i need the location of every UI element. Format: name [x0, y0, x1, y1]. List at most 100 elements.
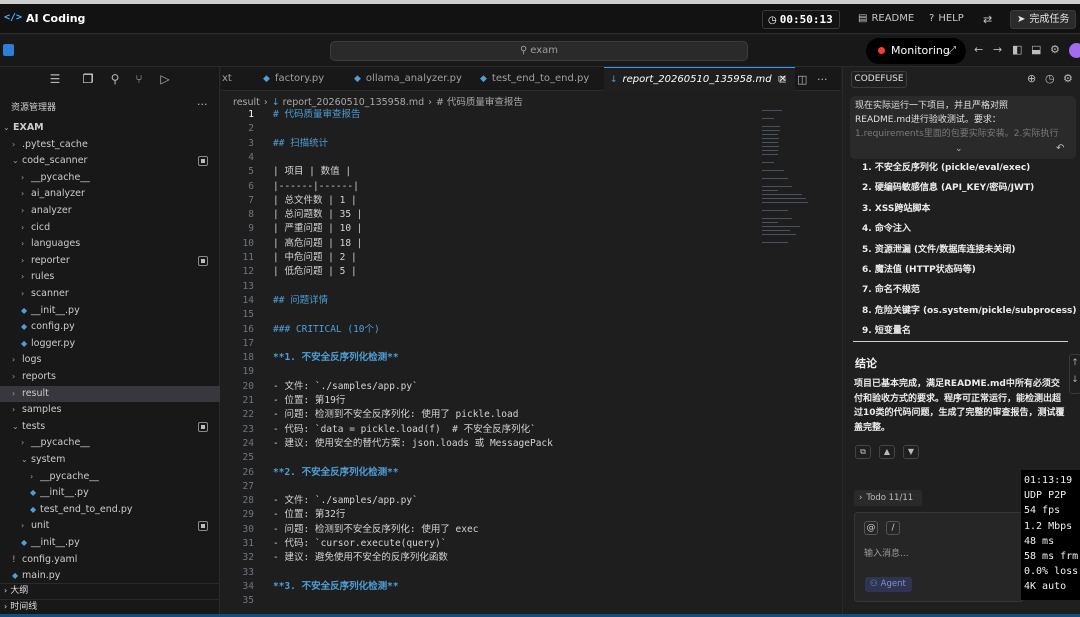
search-icon[interactable]: ⚲	[108, 72, 122, 86]
run-debug-icon[interactable]: ▷	[158, 72, 172, 86]
translate-icon[interactable]: ⇄	[983, 13, 992, 26]
todo-toggle[interactable]: › Todo 11/11	[854, 490, 922, 506]
minimap-line	[762, 138, 779, 139]
help-button[interactable]: ? HELP	[929, 13, 964, 24]
scroll-arrows[interactable]: ↑ ↓	[1069, 354, 1080, 394]
tree-item[interactable]: ◆ __init__.py	[0, 303, 220, 319]
copy-icon[interactable]: ⧉	[855, 445, 871, 459]
tree-item[interactable]: › unit	[0, 518, 220, 534]
more-icon[interactable]: ···	[817, 73, 828, 86]
arrow-down-icon[interactable]: ↓	[1070, 372, 1080, 389]
tree-item[interactable]: › cicd	[0, 220, 220, 236]
tree-item[interactable]: › reports	[0, 369, 220, 385]
avatar[interactable]	[1069, 43, 1080, 58]
settings-icon[interactable]: ⚙	[1063, 72, 1073, 85]
timeline-label: 时间线	[10, 602, 38, 612]
command-button[interactable]: /	[886, 521, 900, 535]
toggle-panel-icon[interactable]: ⬓	[1031, 44, 1041, 56]
tree-item[interactable]: ◆ main.py	[0, 568, 220, 584]
tree-item[interactable]: ◆ logger.py	[0, 336, 220, 352]
tree-item[interactable]: › __pycache__	[0, 170, 220, 186]
prompt-line: 1.requirements里面的包要实际安装。2.实际执行	[855, 129, 1059, 139]
expand-icon[interactable]: ⤢	[948, 38, 956, 64]
open-preview-icon[interactable]: ⧉	[778, 73, 786, 87]
tree-item[interactable]: › languages	[0, 236, 220, 252]
tree-item[interactable]: ! config.yaml	[0, 552, 220, 568]
chat-input[interactable]: @ / 输入消息... ⚇ Agent	[854, 512, 1024, 602]
command-search-input[interactable]: ⚲ exam	[330, 41, 748, 61]
tree-item[interactable]: › logs	[0, 352, 220, 368]
tree-item[interactable]: › .pytest_cache	[0, 137, 220, 153]
minimap-line	[762, 170, 784, 171]
thumbs-up-icon[interactable]: ▲	[879, 445, 895, 459]
code-line: 18 **1. 不安全反序列化检测**	[228, 351, 758, 365]
tree-item[interactable]: ◆ test_end_to_end.py	[0, 502, 220, 518]
line-text: | 低危问题 | 5 |	[273, 266, 357, 278]
history-icon[interactable]: ◷	[1045, 72, 1055, 85]
readme-button[interactable]: ▤ README	[858, 13, 914, 24]
breadcrumb-section[interactable]: # 代码质量审查报告	[436, 97, 523, 108]
tree-item[interactable]: › rules	[0, 269, 220, 285]
finish-task-button[interactable]: ➤ 完成任务	[1010, 10, 1076, 29]
readme-label: README	[871, 13, 915, 24]
outline-section[interactable]: › 大纲	[0, 583, 220, 597]
undo-icon[interactable]: ↶	[1056, 142, 1064, 156]
line-text: **2. 不安全反序列化检测**	[273, 466, 399, 478]
agent-mode-button[interactable]: ⚇ Agent	[865, 577, 912, 592]
back-arrow-icon[interactable]: ←	[974, 44, 983, 56]
mention-button[interactable]: @	[864, 521, 878, 535]
split-editor-icon[interactable]: ◫	[797, 73, 807, 86]
tree-item[interactable]: ⌄ system	[0, 452, 220, 468]
new-chat-icon[interactable]: ⊕	[1027, 72, 1036, 85]
tab-xt[interactable]: xt	[222, 67, 232, 91]
thumbs-down-icon[interactable]: ▼	[903, 445, 919, 459]
minimap-line	[762, 130, 780, 131]
tree-item[interactable]: › reporter	[0, 253, 220, 269]
tab-factory[interactable]: ◆ factory.py	[263, 67, 324, 91]
chevron-right-icon: ›	[21, 255, 25, 265]
menu-icon[interactable]: ☰	[48, 72, 62, 86]
tree-item[interactable]: ⌄ tests	[0, 419, 220, 435]
tree-item[interactable]: ◆ __init__.py	[0, 485, 220, 501]
arrow-up-icon[interactable]: ↑	[1070, 355, 1080, 372]
toggle-sidebar-icon[interactable]: ◧	[1012, 44, 1022, 56]
tree-item[interactable]: ◆ config.py	[0, 319, 220, 335]
breadcrumb-folder[interactable]: result	[233, 97, 260, 108]
settings-gear-icon[interactable]: ⚙	[1050, 44, 1060, 56]
monitoring-indicator[interactable]: Monitoring ⤢	[866, 38, 966, 64]
codefuse-tab[interactable]: CODEFUSE	[851, 71, 907, 88]
breadcrumb-file[interactable]: report_20260510_135958.md	[283, 97, 424, 108]
panel-toggle-icon[interactable]	[3, 44, 14, 56]
more-actions-icon[interactable]: ···	[197, 98, 208, 111]
tree-item[interactable]: › analyzer	[0, 203, 220, 219]
tree-item-label: __pycache__	[31, 437, 90, 449]
tab-label: report_20260510_135958.md	[622, 74, 772, 85]
agent-label: Agent	[880, 579, 906, 589]
tree-item[interactable]: › __pycache__	[0, 435, 220, 451]
tree-item[interactable]: › result	[0, 385, 220, 402]
tree-item[interactable]: › __pycache__	[0, 469, 220, 485]
tree-item[interactable]: ⌄ EXAM	[0, 120, 220, 136]
user-prompt-card[interactable]: 现在实际运行一下项目，并且严格对照 README.md进行验收测试。要求： 1.…	[850, 96, 1076, 159]
tree-item[interactable]: ◆ __init__.py	[0, 535, 220, 551]
tab-ollama-analyzer[interactable]: ◆ ollama_analyzer.py	[354, 67, 462, 91]
markdown-file-icon: ↓	[271, 97, 280, 108]
tab-test-end-to-end[interactable]: ◆ test_end_to_end.py	[480, 67, 589, 91]
editor-scrollbar[interactable]	[826, 108, 838, 617]
tab-report[interactable]: ↓ report_20260510_135958.md ✕	[604, 67, 796, 91]
line-number: 35	[242, 595, 254, 607]
line-text: - 问题: 检测到不安全反序列化: 使用了 exec	[273, 523, 479, 535]
tree-item[interactable]: › ai_analyzer	[0, 186, 220, 202]
source-control-icon[interactable]: ⑂	[132, 72, 146, 86]
minimap[interactable]	[760, 108, 810, 308]
files-icon[interactable]: ❐	[81, 72, 95, 86]
tree-item[interactable]: ⌄ code_scanner	[0, 153, 220, 169]
forward-arrow-icon[interactable]: →	[993, 44, 1002, 56]
finish-task-label: 完成任务	[1029, 14, 1070, 25]
tree-item[interactable]: › scanner	[0, 286, 220, 302]
tree-item-label: unit	[31, 520, 50, 532]
code-line: 7 | 总文件数 | 1 |	[228, 194, 758, 208]
timeline-section[interactable]: › 时间线	[0, 599, 220, 613]
chevron-down-icon[interactable]: ⌄	[955, 142, 963, 156]
tree-item[interactable]: › samples	[0, 402, 220, 418]
